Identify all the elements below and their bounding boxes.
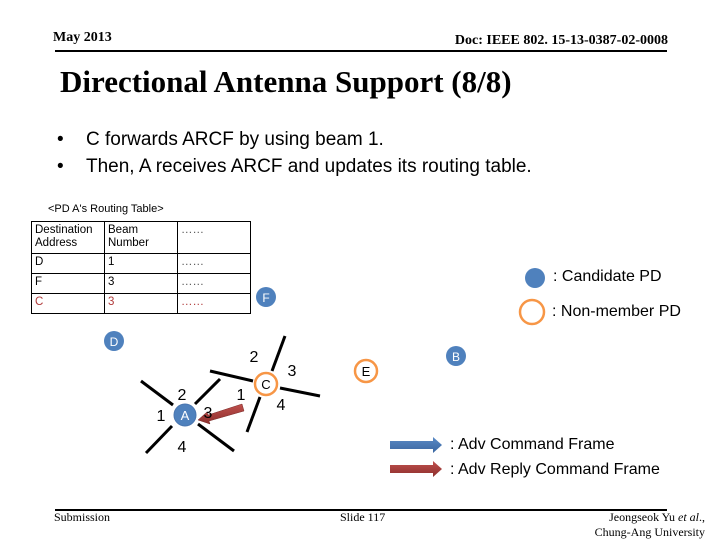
legend-reply-arrow-icon bbox=[390, 461, 442, 477]
footer-slide-number: Slide 117 bbox=[340, 510, 386, 524]
legend-candidate-icon bbox=[525, 268, 545, 288]
legend-reply-label: : Adv Reply Command Frame bbox=[450, 461, 660, 478]
node-c: C bbox=[253, 371, 279, 397]
node-e: E bbox=[353, 358, 379, 384]
node-c-label: C bbox=[261, 377, 270, 392]
beam-c-1-line bbox=[209, 369, 254, 383]
legend-non-member-label: : Non-member PD bbox=[552, 303, 681, 320]
beam-c-label-2: 2 bbox=[250, 349, 259, 366]
node-a-label: A bbox=[181, 408, 190, 423]
legend-command-arrow-icon bbox=[390, 437, 442, 453]
beam-c-label-1: 1 bbox=[237, 387, 246, 404]
node-d: D bbox=[104, 331, 124, 351]
beam-a-label-2: 2 bbox=[178, 387, 187, 404]
legend-command-label: : Adv Command Frame bbox=[450, 436, 615, 453]
footer-author-line: Jeongseok Yu et al., bbox=[595, 510, 705, 525]
beam-c-label-4: 4 bbox=[277, 397, 286, 414]
node-a: A bbox=[173, 403, 197, 427]
beam-c-4-line bbox=[245, 396, 262, 433]
footer-author: Jeongseok Yu et al., Chung-Ang Universit… bbox=[595, 510, 705, 540]
beam-c-2-line bbox=[270, 335, 287, 372]
footer-author-suffix: ., bbox=[699, 510, 705, 524]
beam-a-1-line bbox=[140, 379, 174, 407]
node-b-label: B bbox=[452, 350, 460, 364]
beam-c-3-line bbox=[279, 386, 321, 398]
beam-c-label-3: 3 bbox=[288, 363, 297, 380]
footer-submission: Submission bbox=[54, 510, 111, 524]
legend-non-member-icon bbox=[518, 298, 546, 326]
node-b: B bbox=[446, 346, 466, 366]
beam-a-label-4: 4 bbox=[178, 439, 187, 456]
node-e-label: E bbox=[362, 364, 371, 379]
node-f-label: F bbox=[262, 291, 269, 305]
legend-candidate-label: : Candidate PD bbox=[553, 268, 662, 285]
beam-a-label-1: 1 bbox=[157, 408, 166, 425]
footer-author-etal: et al bbox=[678, 510, 699, 524]
beam-a-4-line bbox=[144, 424, 174, 455]
node-d-label: D bbox=[110, 335, 119, 349]
beam-a-2-line bbox=[193, 377, 222, 406]
beam-a-label-3: 3 bbox=[204, 405, 213, 422]
footer-author-name: Jeongseok Yu bbox=[609, 510, 678, 524]
node-f: F bbox=[256, 287, 276, 307]
footer-affiliation: Chung-Ang University bbox=[594, 525, 705, 539]
beam-a-3-line bbox=[197, 422, 235, 453]
